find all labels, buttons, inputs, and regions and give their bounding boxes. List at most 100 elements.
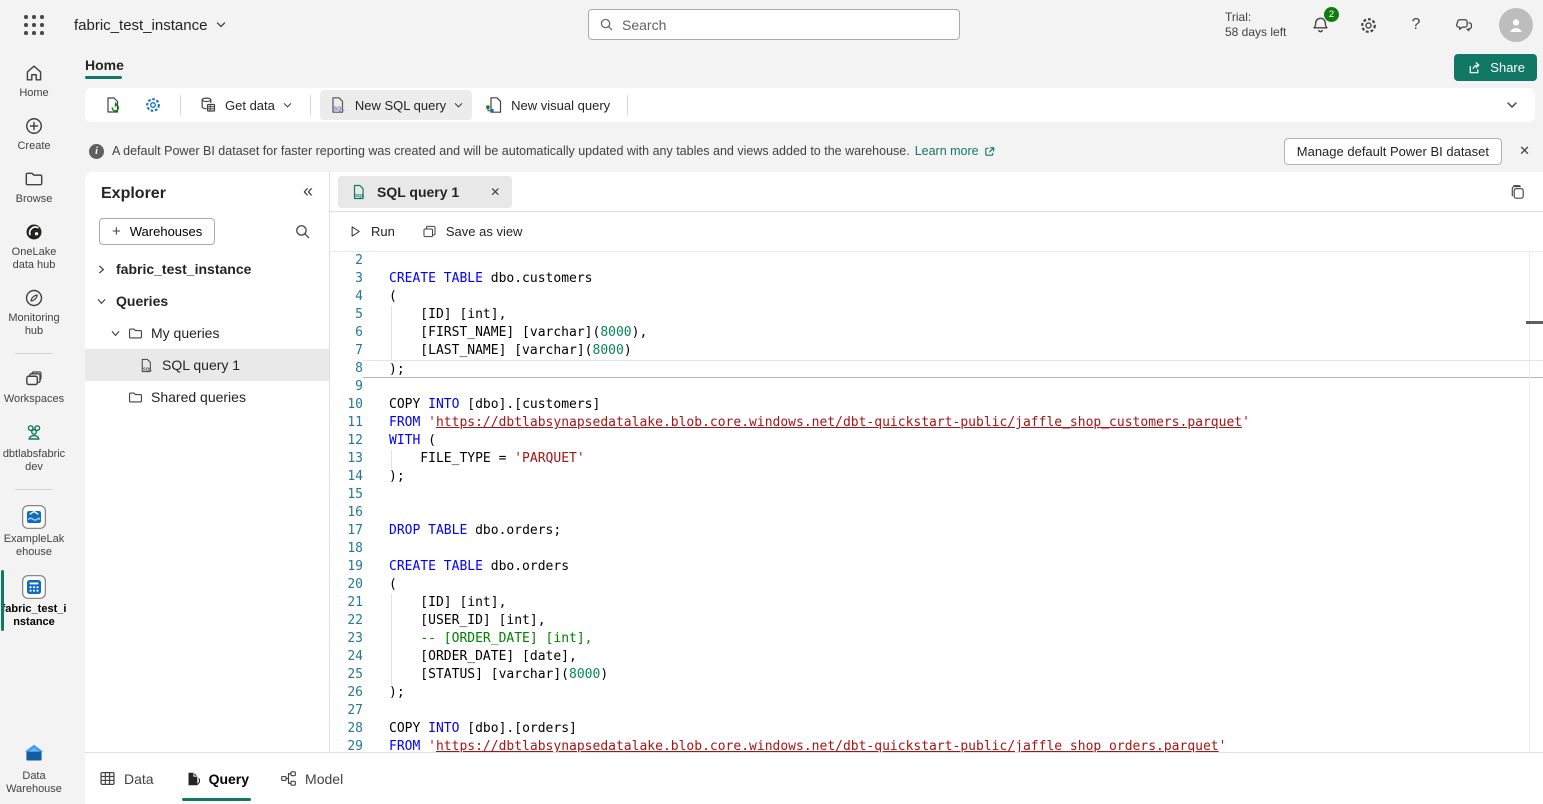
code-line-16[interactable]: 16 <box>330 504 1543 522</box>
rail-item-onelake-data-hub[interactable]: OneLake data hub <box>0 221 68 272</box>
line-number: 7 <box>330 342 363 360</box>
rail-item-fabric-test-instance[interactable]: fabric_test_instance <box>0 574 68 629</box>
code-line-13[interactable]: 13 FILE_TYPE = 'PARQUET' <box>330 450 1543 468</box>
ribbon-tab-home[interactable]: Home <box>85 57 124 79</box>
code-line-2[interactable]: 2 <box>330 252 1543 270</box>
workspace-name: fabric_test_instance <box>74 17 207 34</box>
trial-status: Trial: 58 days left <box>1225 10 1286 40</box>
line-number: 6 <box>330 324 363 342</box>
feedback-button[interactable] <box>1450 11 1478 39</box>
overview-ruler-mark <box>1526 321 1543 324</box>
folder-icon <box>127 389 144 406</box>
code-line-28[interactable]: 28COPY INTO [dbo].[orders] <box>330 720 1543 738</box>
code-line-18[interactable]: 18 <box>330 540 1543 558</box>
code-line-20[interactable]: 20( <box>330 576 1543 594</box>
code-line-21[interactable]: 21 [ID] [int], <box>330 594 1543 612</box>
tree-item-shared-queries[interactable]: Shared queries <box>85 381 329 413</box>
rail-item-data-warehouse[interactable]: Data Warehouse <box>0 741 68 796</box>
help-button[interactable]: ? <box>1402 11 1430 39</box>
code-line-23[interactable]: 23 -- [ORDER_DATE] [int], <box>330 630 1543 648</box>
rail-item-home[interactable]: Home <box>0 62 68 100</box>
code-line-14[interactable]: 14); <box>330 468 1543 486</box>
code-line-4[interactable]: 4( <box>330 288 1543 306</box>
rail-item-workspaces[interactable]: Workspaces <box>0 368 68 406</box>
collapse-panel-icon[interactable]: « <box>303 181 313 202</box>
code-line-24[interactable]: 24 [ORDER_DATE] [date], <box>330 648 1543 666</box>
editor-scrollbar-track[interactable] <box>1529 252 1530 752</box>
close-tab-icon[interactable]: ✕ <box>490 185 500 199</box>
rail-item-browse[interactable]: Browse <box>0 168 68 206</box>
code-line-27[interactable]: 27 <box>330 702 1543 720</box>
new-visual-query-button[interactable]: New visual query <box>476 90 618 120</box>
tree-item-my-queries[interactable]: My queries <box>85 317 329 349</box>
code-line-5[interactable]: 5 [ID] [int], <box>330 306 1543 324</box>
rail-item-examplelakehouse[interactable]: ExampleLakehouse <box>0 504 68 559</box>
rail-item-dbtlabsfabricdev[interactable]: dbtlabsfabricdev <box>0 421 68 474</box>
new-report-button[interactable] <box>95 90 131 120</box>
learn-more-link[interactable]: Learn more <box>915 144 996 158</box>
external-link-icon <box>983 145 996 158</box>
explorer-search-icon[interactable] <box>294 223 311 240</box>
new-sql-query-button[interactable]: SQL New SQL query <box>320 90 472 120</box>
tree-item-warehouse[interactable]: fabric_test_instance <box>85 253 329 285</box>
code-line-3[interactable]: 3CREATE TABLE dbo.customers <box>330 270 1543 288</box>
code-line-7[interactable]: 7 [LAST_NAME] [varchar](8000) <box>330 342 1543 360</box>
get-data-button[interactable]: Get data <box>190 90 301 120</box>
view-tab-query[interactable]: Query <box>182 766 251 792</box>
chevron-down-icon <box>95 295 108 308</box>
code-line-26[interactable]: 26); <box>330 684 1543 702</box>
line-number: 24 <box>330 648 363 666</box>
add-warehouses-button[interactable]: + Warehouses <box>99 218 215 245</box>
toolbar-divider <box>310 95 311 115</box>
app-launcher-waffle-icon[interactable] <box>22 13 46 37</box>
share-button[interactable]: Share <box>1454 54 1537 81</box>
code-editor[interactable]: 23CREATE TABLE dbo.customers4(5 [ID] [in… <box>330 252 1543 752</box>
manage-default-dataset-button[interactable]: Manage default Power BI dataset <box>1284 138 1502 165</box>
ribbon-collapse-button[interactable] <box>1505 98 1519 112</box>
line-number: 21 <box>330 594 363 612</box>
view-tab-data[interactable]: Data <box>96 765 156 792</box>
rail-item-monitoring-hub[interactable]: Monitoring hub <box>0 287 68 338</box>
code-line-29[interactable]: 29FROM 'https://dbtlabsynapsedatalake.bl… <box>330 738 1543 752</box>
ribbon-toolbar: Get data SQL New SQL query New visual qu… <box>85 88 1535 122</box>
run-button[interactable]: Run <box>348 224 395 239</box>
save-as-view-button[interactable]: Save as view <box>421 223 523 240</box>
data-warehouse-icon <box>21 741 47 767</box>
top-bar: fabric_test_instance Trial: 58 days left… <box>0 0 1543 50</box>
line-content: ); <box>363 360 1543 378</box>
code-line-15[interactable]: 15 <box>330 486 1543 504</box>
rail-divider <box>15 489 53 490</box>
rail-item-create[interactable]: Create <box>0 115 68 153</box>
line-number: 16 <box>330 504 363 522</box>
global-search[interactable] <box>588 9 960 40</box>
search-input[interactable] <box>622 17 949 33</box>
code-line-10[interactable]: 10COPY INTO [dbo].[customers] <box>330 396 1543 414</box>
tab-sql-query-1[interactable]: SQL SQL query 1 ✕ <box>338 176 512 208</box>
tree-item-queries[interactable]: Queries <box>85 285 329 317</box>
code-line-6[interactable]: 6 [FIRST_NAME] [varchar](8000), <box>330 324 1543 342</box>
chevron-down-icon <box>109 327 122 340</box>
settings-gear-button[interactable] <box>135 90 171 120</box>
copy-icon[interactable] <box>1508 183 1527 202</box>
banner-close-icon[interactable]: ✕ <box>1519 143 1530 159</box>
tree-item-sql-query-1[interactable]: SQL SQL query 1 <box>85 349 329 381</box>
settings-button[interactable] <box>1354 11 1382 39</box>
code-line-8[interactable]: 8); <box>330 360 1543 378</box>
line-number: 4 <box>330 288 363 306</box>
view-tab-model[interactable]: Model <box>277 765 345 792</box>
account-avatar[interactable] <box>1499 8 1533 42</box>
notifications-button[interactable]: 2 <box>1306 11 1334 39</box>
code-line-22[interactable]: 22 [USER_ID] [int], <box>330 612 1543 630</box>
line-number: 23 <box>330 630 363 648</box>
code-line-25[interactable]: 25 [STATUS] [varchar](8000) <box>330 666 1543 684</box>
line-content: -- [ORDER_DATE] [int], <box>363 630 1543 648</box>
code-line-9[interactable]: 9 <box>330 378 1543 396</box>
code-line-19[interactable]: 19CREATE TABLE dbo.orders <box>330 558 1543 576</box>
explorer-title: Explorer <box>101 185 166 203</box>
workspace-picker[interactable]: fabric_test_instance <box>74 0 227 50</box>
code-line-12[interactable]: 12WITH ( <box>330 432 1543 450</box>
line-content: FILE_TYPE = 'PARQUET' <box>363 450 1543 468</box>
code-line-17[interactable]: 17DROP TABLE dbo.orders; <box>330 522 1543 540</box>
onelake-icon <box>23 221 45 243</box>
code-line-11[interactable]: 11FROM 'https://dbtlabsynapsedatalake.bl… <box>330 414 1543 432</box>
